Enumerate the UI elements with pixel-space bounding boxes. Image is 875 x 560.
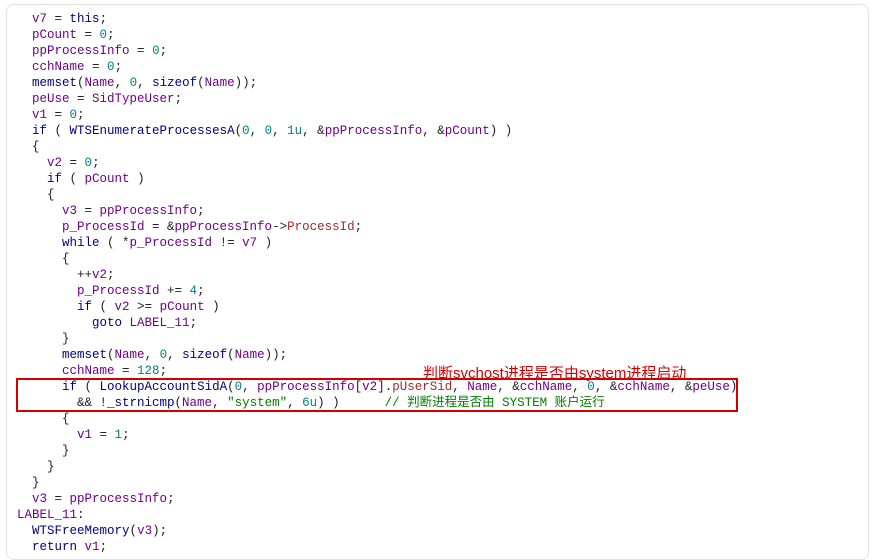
code-panel: 判断svchost进程是否由system进程启动 v7 = this; pCou… xyxy=(6,4,869,560)
decompiled-code: v7 = this; pCount = 0; ppProcessInfo = 0… xyxy=(17,11,858,555)
highlighted-condition-box: if ( LookupAccountSidA(0, ppProcessInfo[… xyxy=(17,379,737,411)
